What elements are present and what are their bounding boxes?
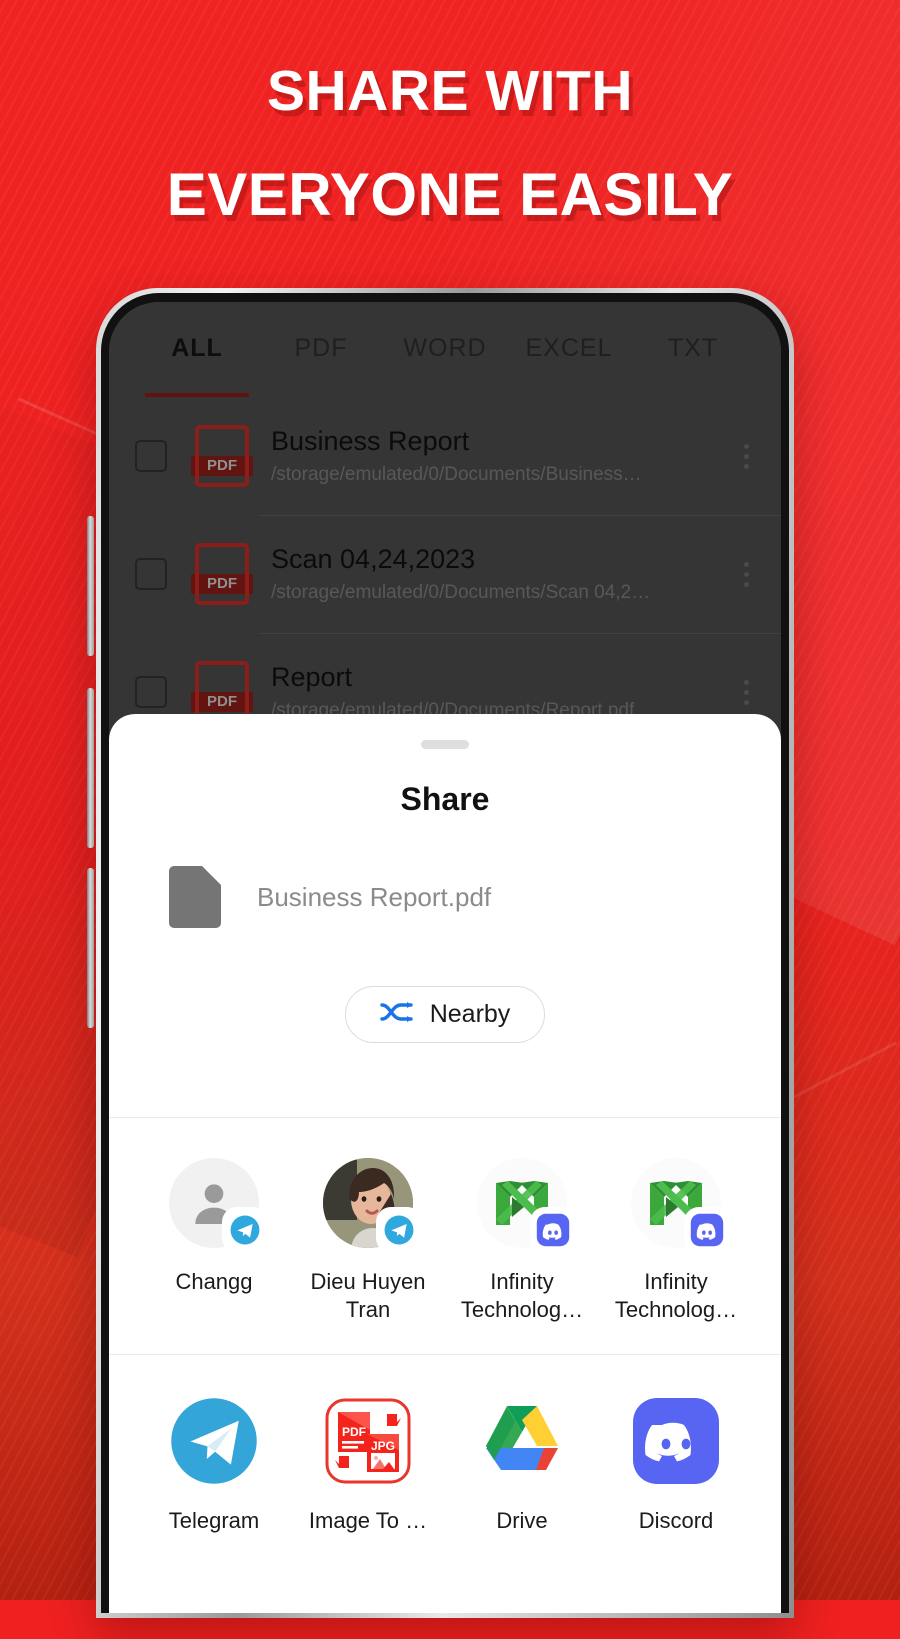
nearby-share-label: Nearby (429, 1000, 511, 1028)
discord-icon (687, 1210, 727, 1250)
list-item[interactable]: Telegram (137, 1395, 291, 1535)
document-icon (169, 866, 221, 928)
nearby-share-button[interactable]: Nearby (344, 986, 546, 1043)
google-drive-icon (476, 1395, 568, 1487)
nearby-share-icon (380, 1001, 414, 1028)
contact-name: Dieu Huyen Tran (310, 1269, 426, 1323)
discord-icon (630, 1395, 722, 1487)
share-bottom-sheet: Share Business Report.pdf Nearby Changg … (109, 714, 781, 1613)
headline-line-2: EVERYONE EASILY (166, 161, 734, 229)
shared-file-row: Business Report.pdf (109, 866, 781, 928)
pdf-file-icon: PDF (191, 542, 253, 605)
sheet-drag-handle[interactable] (421, 740, 469, 749)
phone-side-button-mute[interactable] (87, 516, 94, 656)
app-name: Telegram (168, 1508, 260, 1534)
telegram-icon (168, 1395, 260, 1487)
avatar (631, 1158, 727, 1250)
discord-icon (533, 1210, 573, 1250)
contact-name: Changg (175, 1269, 253, 1294)
telegram-icon (379, 1210, 419, 1250)
image-to-pdf-icon: PDF JPG (322, 1395, 414, 1487)
app-name: Image To … (308, 1508, 428, 1534)
app-name: Discord (638, 1508, 714, 1534)
shared-file-name: Business Report.pdf (257, 881, 492, 912)
phone-mockup: ALL PDF WORD EXCEL TXT PDF Business Repo… (87, 288, 794, 1618)
headline-line-1: SHARE WITH (267, 59, 633, 123)
telegram-icon (225, 1210, 265, 1250)
svg-text:PDF: PDF (342, 1425, 366, 1439)
app-targets-section: Telegram PDF JPG Image To … Drive Discor… (109, 1355, 781, 1569)
phone-side-button-volume-up[interactable] (87, 688, 94, 848)
list-item[interactable]: Changg (137, 1158, 291, 1324)
avatar (323, 1158, 419, 1250)
phone-bezel: ALL PDF WORD EXCEL TXT PDF Business Repo… (101, 293, 789, 1613)
app-name: Drive (496, 1508, 548, 1534)
contact-name: Infinity Technolog… (614, 1269, 738, 1323)
sheet-title: Share (400, 781, 490, 817)
list-item[interactable]: Dieu Huyen Tran (291, 1158, 445, 1324)
avatar (169, 1158, 265, 1250)
list-item[interactable]: Drive (445, 1395, 599, 1535)
svg-text:JPG: JPG (371, 1439, 395, 1453)
list-item[interactable]: Infinity Technolog… (599, 1158, 753, 1324)
contact-name: Infinity Technolog… (460, 1269, 584, 1323)
phone-side-button-volume-down[interactable] (87, 868, 94, 1028)
list-item[interactable]: Infinity Technolog… (445, 1158, 599, 1324)
list-item[interactable]: PDF JPG Image To … (291, 1395, 445, 1535)
promo-headline: SHARE WITH EVERYONE EASILY (0, 62, 900, 225)
phone-screen: ALL PDF WORD EXCEL TXT PDF Business Repo… (109, 302, 781, 1613)
avatar (477, 1158, 573, 1250)
contact-targets-section: Changg Dieu Huyen Tran Infinity Technolo… (109, 1118, 781, 1354)
pdf-file-icon: PDF (191, 424, 253, 487)
list-item[interactable]: Discord (599, 1395, 753, 1535)
